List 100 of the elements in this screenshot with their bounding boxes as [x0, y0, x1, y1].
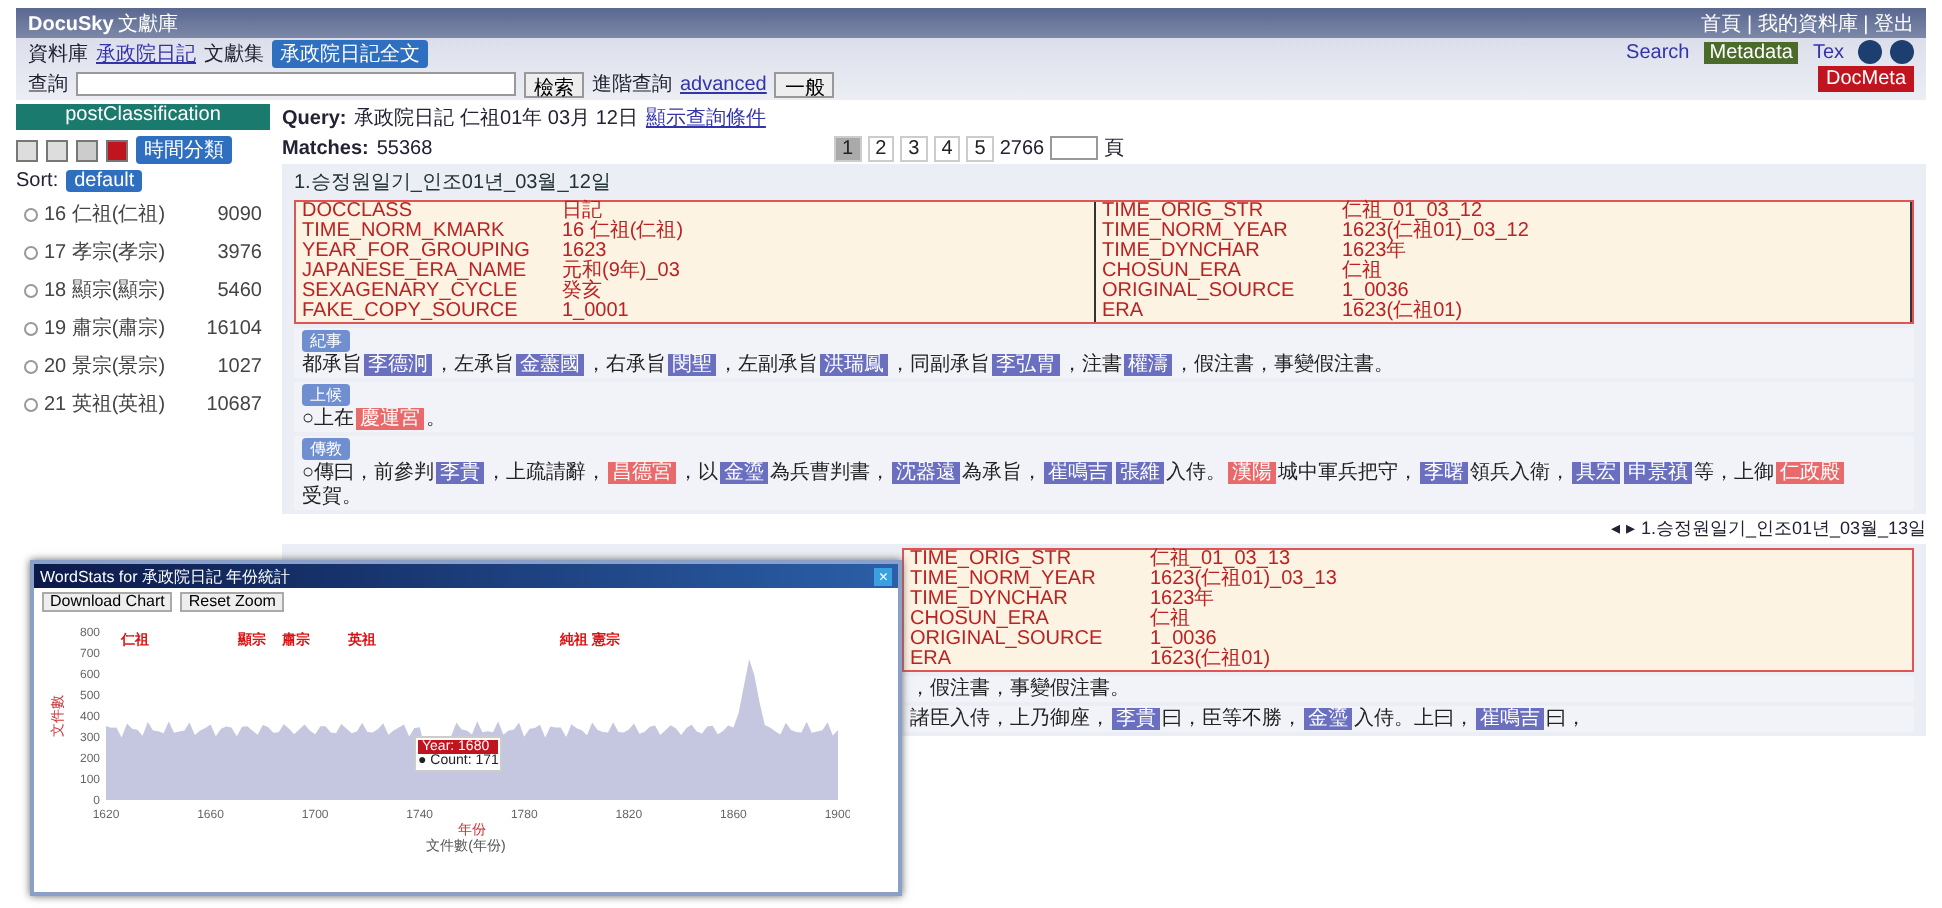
metadata-value: 1623(仁祖01)_03_13: [1148, 570, 1339, 590]
passage-text: ○上在: [302, 408, 355, 430]
metadata-key: ORIGINAL_SOURCE: [904, 630, 1144, 650]
view-tab[interactable]: Search: [1620, 41, 1696, 63]
square-icon[interactable]: [106, 139, 128, 161]
mode-select[interactable]: 一般: [774, 71, 835, 97]
metadata-value: 癸亥: [556, 282, 1096, 302]
passage-text: ，假注書，事變假注書。: [1174, 354, 1394, 376]
person-tag: 李貴: [1112, 708, 1160, 730]
passage-text: 曰，臣等不勝，: [1162, 708, 1302, 730]
search-button[interactable]: 檢索: [524, 71, 584, 97]
category-label[interactable]: 18 顯宗(顯宗): [44, 276, 166, 304]
radio-button[interactable]: [24, 321, 38, 335]
metadata-value: 仁祖_01_03_13: [1148, 550, 1291, 570]
classification-select[interactable]: 時間分類: [136, 136, 232, 164]
corpus-select[interactable]: 承政院日記全文: [272, 40, 428, 68]
view-tab[interactable]: Tex: [1806, 41, 1850, 63]
person-tag: 李曙: [1420, 462, 1469, 484]
metadata-key: ERA: [1096, 302, 1336, 322]
radio-button[interactable]: [24, 283, 38, 297]
metadata-value: 1_0036: [1148, 630, 1217, 650]
place-tag: 慶運宮: [356, 408, 425, 430]
category-label[interactable]: 20 景宗(景宗): [44, 352, 166, 380]
query-summary: 承政院日記 仁祖01年 03月 12日: [354, 105, 638, 132]
square-icon[interactable]: [16, 139, 38, 161]
passage-text: 為兵曹判書，: [770, 462, 891, 484]
metadata-key: JAPANESE_ERA_NAME: [296, 262, 556, 282]
view-tab[interactable]: Metadata: [1703, 41, 1799, 63]
logo[interactable]: DocuSky: [28, 13, 114, 35]
circle-icon[interactable]: [1890, 40, 1914, 64]
circle-icon[interactable]: [1858, 40, 1882, 64]
page-button[interactable]: 2: [867, 135, 895, 161]
passage-text: ，上疏請辭，: [486, 462, 607, 484]
advanced-link[interactable]: advanced: [680, 73, 767, 95]
query-label: 查詢: [28, 71, 68, 98]
radio-button[interactable]: [24, 397, 38, 411]
logo-subtitle: 文獻庫: [117, 13, 178, 35]
query-field[interactable]: [76, 72, 516, 96]
square-icon[interactable]: [76, 139, 98, 161]
page-total: 2766: [999, 137, 1045, 159]
person-tag: 申景禛: [1624, 462, 1693, 484]
page-field[interactable]: [1050, 136, 1099, 160]
passage-text: 受賀。: [302, 486, 362, 508]
metadata-value: 1623: [556, 242, 1096, 262]
metadata-value: 1623年: [1336, 242, 1912, 262]
next-record-link[interactable]: ◂ ▸ 1.승정원일기_인조01년_03월_13일: [1610, 516, 1926, 542]
radio-button[interactable]: [24, 245, 38, 259]
metadata-key: TIME_ORIG_STR: [904, 550, 1144, 570]
metadata-key: FAKE_COPY_SOURCE: [296, 302, 556, 322]
page-label: 頁: [1104, 136, 1125, 162]
person-tag: 李弘胄: [992, 354, 1060, 376]
person-tag: 張維: [1116, 462, 1165, 484]
category-label[interactable]: 17 孝宗(孝宗): [44, 238, 166, 266]
person-tag: 李貴: [436, 462, 485, 484]
page-button[interactable]: 5: [966, 135, 994, 161]
category-label[interactable]: 21 英祖(英祖): [44, 390, 166, 418]
passage-text: 等，上御: [1694, 462, 1775, 484]
passage-text: 曰，: [1546, 708, 1586, 730]
metadata-key: TIME_ORIG_STR: [1096, 202, 1336, 222]
chart-button[interactable]: Reset Zoom: [180, 592, 284, 612]
metadata-value: 16 仁祖(仁祖): [556, 222, 1096, 242]
page-button[interactable]: 1: [834, 135, 862, 161]
page-button[interactable]: 3: [900, 135, 928, 161]
person-tag: 沈器遠: [892, 462, 961, 484]
database-link[interactable]: 承政院日記: [96, 40, 196, 68]
metadata-key: TIME_DYNCHAR: [1096, 242, 1336, 262]
page-button[interactable]: 4: [933, 135, 961, 161]
metadata-value: 元和(9年)_03: [556, 262, 1096, 282]
window-title: WordStats for 承政院日記 年份統計: [40, 565, 291, 587]
square-icon[interactable]: [46, 139, 68, 161]
chart-button[interactable]: Download Chart: [42, 592, 173, 612]
metadata-value: 1623(仁祖01): [1336, 302, 1912, 322]
category-count: 3976: [217, 241, 262, 263]
metadata-key: CHOSUN_ERA: [1096, 262, 1336, 282]
matches-label: Matches:: [282, 137, 369, 159]
record-title[interactable]: 1.승정원일기_인조01년_03월_12일: [294, 168, 1914, 196]
metadata-value: 1623年: [1148, 590, 1215, 610]
place-tag: 漢陽: [1228, 462, 1277, 484]
sort-select[interactable]: default: [66, 170, 143, 192]
category-label[interactable]: 16 仁祖(仁祖): [44, 200, 166, 228]
radio-button[interactable]: [24, 359, 38, 373]
metadata-value: 仁祖: [1336, 262, 1912, 282]
corpus-label: 文獻集: [204, 41, 264, 68]
passage-text: 領兵入衛，: [1470, 462, 1571, 484]
passage-text: ，假注書，事變假注書。: [910, 678, 1130, 700]
metadata-key: TIME_NORM_KMARK: [296, 222, 556, 242]
place-tag: 昌德宮: [608, 462, 677, 484]
category-label[interactable]: 19 肅宗(肅宗): [44, 314, 166, 342]
docmeta-button[interactable]: DocMeta: [1817, 66, 1914, 92]
passage-text: ，同副承旨: [890, 354, 990, 376]
matches-count: 55368: [376, 137, 433, 159]
metadata-value: 1_0001: [556, 302, 1096, 322]
query-conditions-link[interactable]: 顯示查詢條件: [645, 104, 766, 132]
person-tag: 具宏: [1572, 462, 1621, 484]
passage-text: ○傳曰，前參判: [302, 462, 435, 484]
passage-text: ，右承旨: [586, 354, 666, 376]
radio-button[interactable]: [24, 207, 38, 221]
header-links[interactable]: 首頁 | 我的資料庫 | 登出: [1701, 9, 1914, 37]
metadata-key: SEXAGENARY_CYCLE: [296, 282, 556, 302]
category-count: 1027: [217, 355, 262, 377]
